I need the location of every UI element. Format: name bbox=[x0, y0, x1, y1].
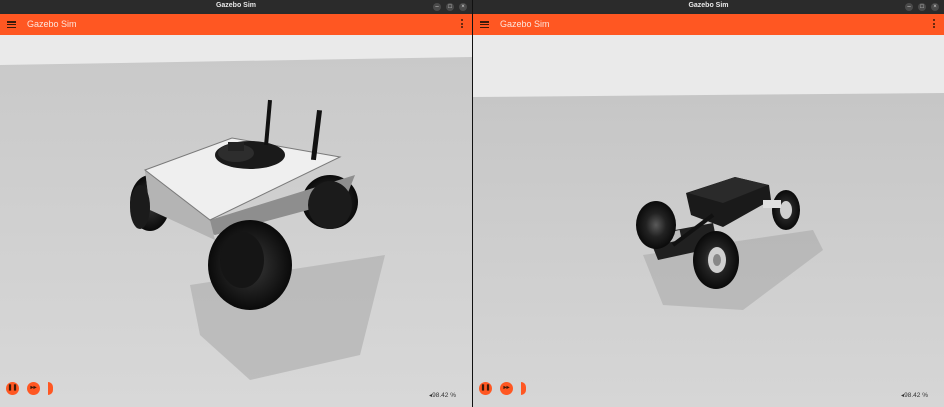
title-bar[interactable]: Gazebo Sim – □ × bbox=[473, 0, 944, 14]
3d-scene-viewport[interactable] bbox=[0, 35, 472, 407]
pause-icon[interactable]: ❚❚ bbox=[479, 382, 492, 395]
step-icon[interactable]: ▸▸ bbox=[500, 382, 513, 395]
app-bar: Gazebo Sim bbox=[0, 14, 472, 35]
playback-controls: ❚❚ ▸▸ bbox=[479, 382, 526, 395]
window-title: Gazebo Sim bbox=[688, 2, 729, 9]
3d-scene-viewport[interactable] bbox=[473, 35, 944, 407]
maximize-icon[interactable]: □ bbox=[918, 3, 926, 11]
title-bar[interactable]: Gazebo Sim – □ × bbox=[0, 0, 472, 14]
hamburger-menu-icon[interactable] bbox=[480, 21, 489, 29]
minimize-icon[interactable]: – bbox=[905, 3, 913, 11]
maximize-icon[interactable]: □ bbox=[446, 3, 454, 11]
hamburger-menu-icon[interactable] bbox=[7, 21, 16, 29]
window-title: Gazebo Sim bbox=[215, 2, 257, 9]
minimize-icon[interactable]: – bbox=[433, 3, 441, 11]
app-title: Gazebo Sim bbox=[27, 19, 77, 29]
more-options-icon[interactable] bbox=[461, 19, 464, 30]
app-title: Gazebo Sim bbox=[500, 19, 550, 29]
more-controls-icon[interactable] bbox=[48, 382, 53, 395]
real-time-factor: 98.42 % bbox=[904, 392, 928, 399]
close-icon[interactable]: × bbox=[459, 3, 467, 11]
gazebo-window-left: Gazebo Sim – □ × Gazebo Sim ❚❚ ▸▸ ◂ 98.4… bbox=[0, 0, 472, 407]
step-icon[interactable]: ▸▸ bbox=[27, 382, 40, 395]
playback-controls: ❚❚ ▸▸ bbox=[6, 382, 53, 395]
close-icon[interactable]: × bbox=[931, 3, 939, 11]
real-time-factor: 98.42 % bbox=[432, 392, 456, 399]
more-controls-icon[interactable] bbox=[521, 382, 526, 395]
app-bar: Gazebo Sim bbox=[473, 14, 944, 35]
more-options-icon[interactable] bbox=[933, 19, 936, 30]
pause-icon[interactable]: ❚❚ bbox=[6, 382, 19, 395]
gazebo-window-right: Gazebo Sim – □ × Gazebo Sim ❚❚ ▸▸ ◂ 98.4… bbox=[473, 0, 944, 407]
